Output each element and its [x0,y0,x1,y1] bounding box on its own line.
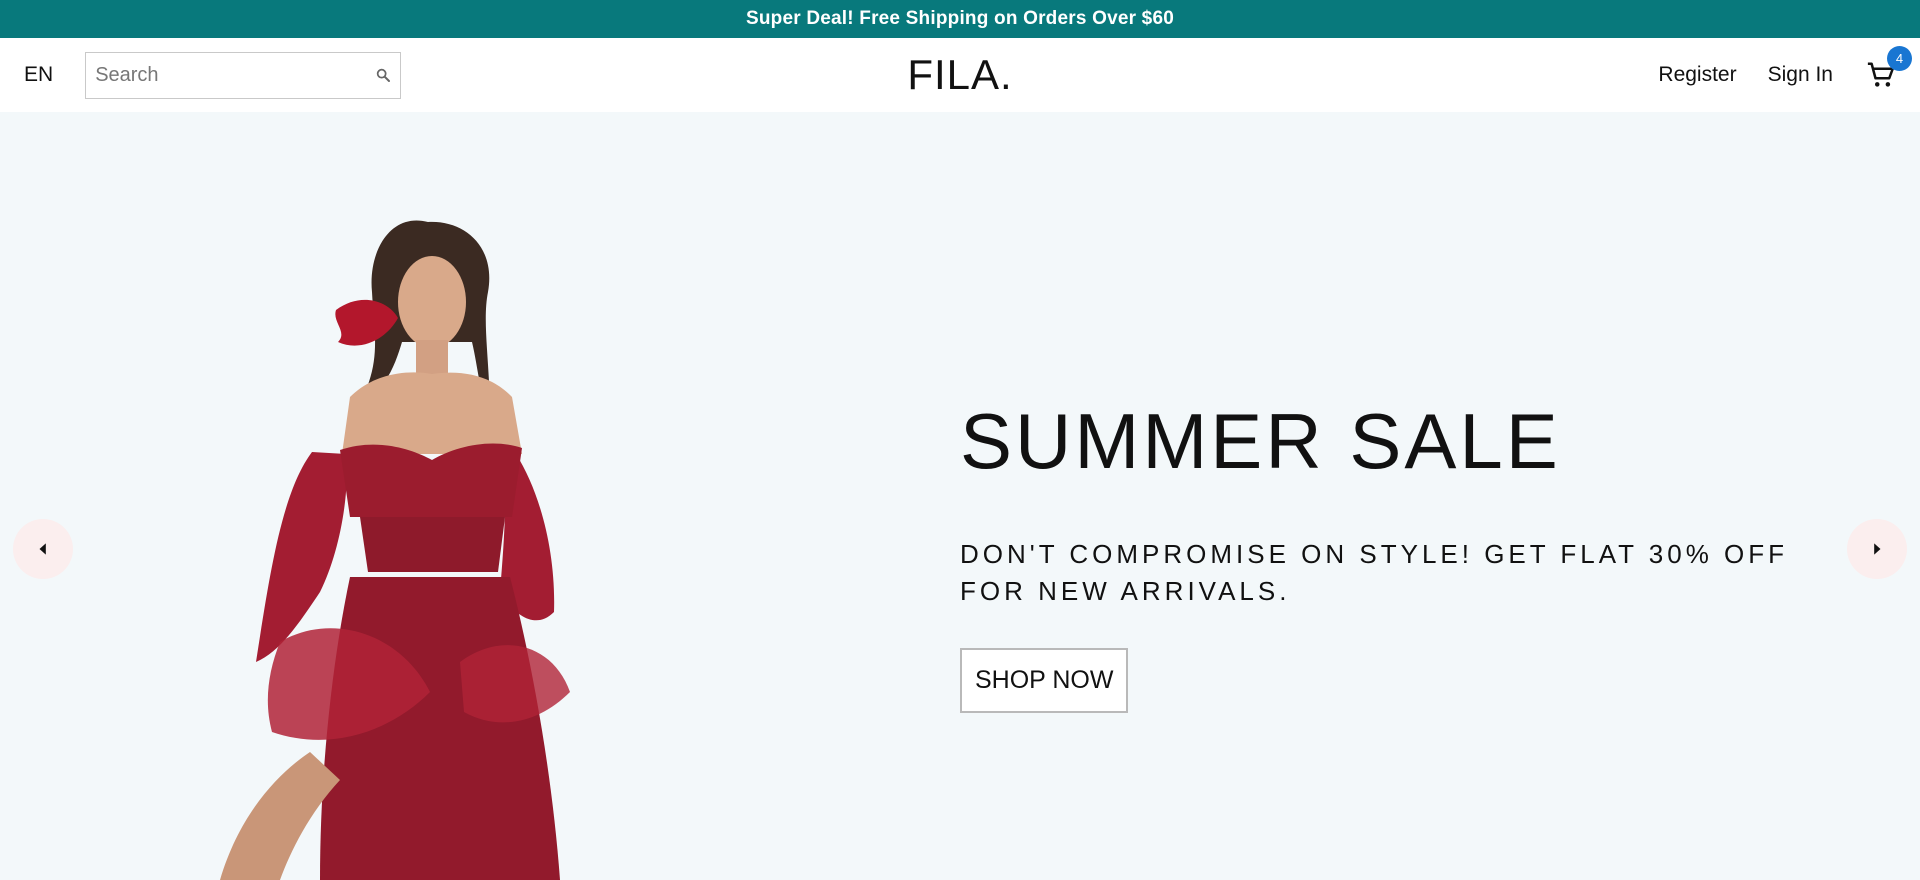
search-input[interactable] [95,63,375,87]
hero-content: SUMMER SALE DON'T COMPROMISE ON STYLE! G… [960,402,1800,713]
navbar: EN FILA. Register Sign In 4 [0,38,1920,112]
navbar-left: EN [24,38,402,112]
search-icon[interactable] [374,66,392,84]
brand-logo[interactable]: FILA. [907,51,1012,99]
arrow-left-icon [39,543,46,555]
language-selector[interactable]: EN [24,63,53,87]
sign-in-link[interactable]: Sign In [1768,63,1833,87]
navbar-right: Register Sign In 4 [1658,38,1912,112]
shop-now-button[interactable]: SHOP NOW [960,648,1129,713]
register-link[interactable]: Register [1658,63,1736,87]
hero-description: DON'T COMPROMISE ON STYLE! GET FLAT 30% … [960,539,1789,606]
search-container [85,51,402,99]
slider-prev-button[interactable] [13,519,73,579]
announcement-text: Super Deal! Free Shipping on Orders Over… [746,8,1174,29]
arrow-right-icon [1874,543,1881,555]
announcement-bar: Super Deal! Free Shipping on Orders Over… [0,0,1920,38]
hero-slider: SUMMER SALE DON'T COMPROMISE ON STYLE! G… [0,112,1920,880]
cart-count-badge: 4 [1887,46,1912,71]
cart-button[interactable]: 4 [1864,46,1912,92]
slider-next-button[interactable] [1847,519,1907,579]
hero-model-image [220,220,570,880]
hero-title: SUMMER SALE [960,397,1561,485]
